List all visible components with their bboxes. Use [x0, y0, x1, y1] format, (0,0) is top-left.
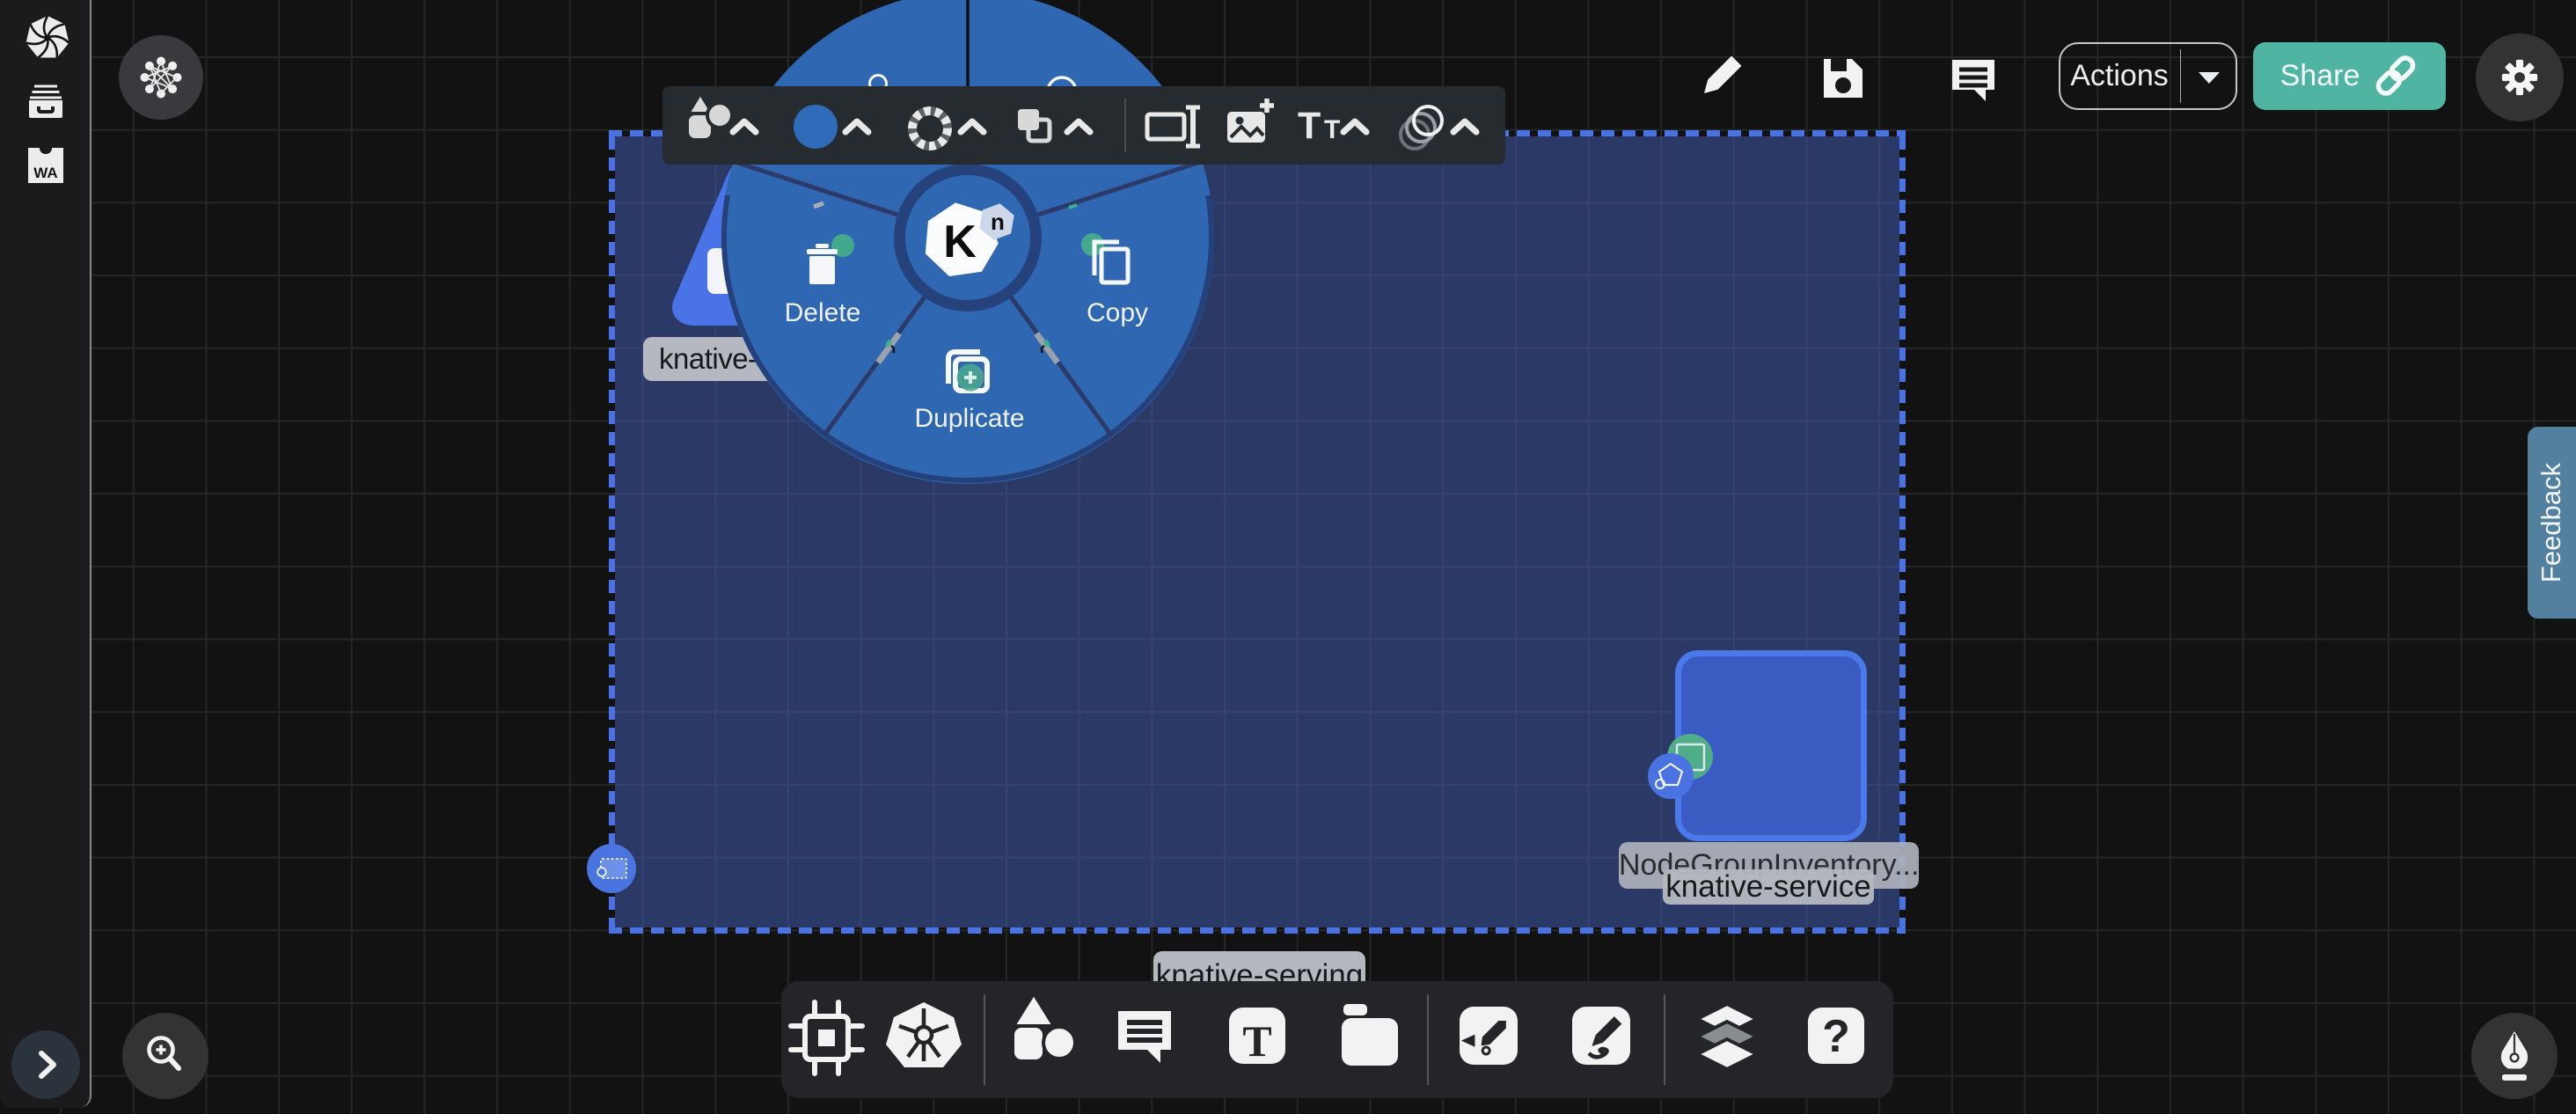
- svg-text:WA: WA: [33, 165, 57, 181]
- svg-text:Delete: Delete: [785, 298, 861, 327]
- svg-text:T: T: [1298, 105, 1321, 147]
- svg-text:T: T: [1324, 115, 1340, 144]
- svg-text:K: K: [943, 216, 977, 268]
- svg-text:?: ?: [1822, 1011, 1850, 1062]
- svg-text:n: n: [991, 209, 1005, 235]
- svg-text:Copy: Copy: [1087, 298, 1148, 327]
- svg-text:T: T: [1242, 1016, 1271, 1066]
- svg-text:Duplicate: Duplicate: [914, 404, 1024, 433]
